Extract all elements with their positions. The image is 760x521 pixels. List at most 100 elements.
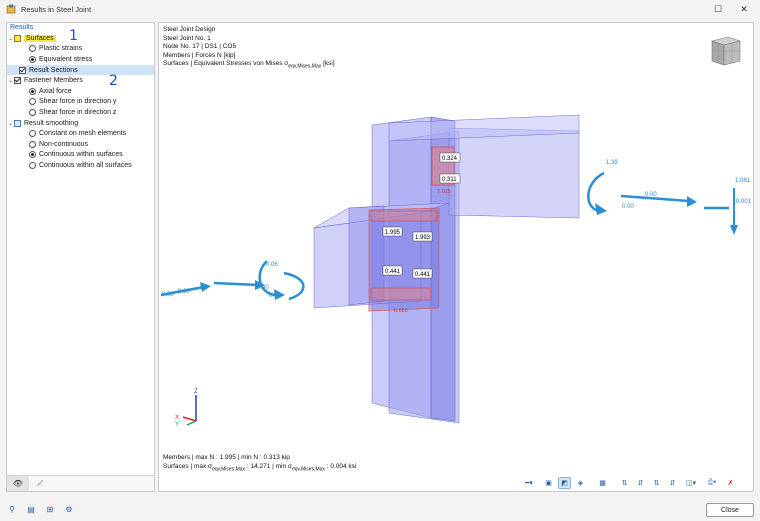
window-title: Results in Steel Joint xyxy=(21,4,92,14)
summary-surfaces: Surfaces | max σeqv,Mises,Max : 14.271 |… xyxy=(163,463,357,473)
plastic-strains-label: Plastic strains xyxy=(39,45,83,53)
display-dropdown-icon[interactable]: ━▾ xyxy=(519,477,539,489)
tree-item-non-continuous[interactable]: Non-continuous xyxy=(7,139,154,150)
maximize-icon[interactable]: ☐ xyxy=(712,3,724,15)
view-x-icon[interactable]: ⇅ xyxy=(618,477,631,489)
force-label-6: 0.06 xyxy=(266,262,278,268)
result-smoothing-checkbox[interactable] xyxy=(14,119,21,127)
bolt-result-1: 0.324 xyxy=(439,152,461,163)
title-bar: Results in Steel Joint ☐ ✕ xyxy=(0,0,760,18)
print-icon[interactable]: ▣ xyxy=(542,477,555,489)
continuous-all-radio[interactable] xyxy=(29,161,36,169)
chevron-down-icon[interactable]: ⌄ xyxy=(7,35,14,42)
results-tree: Results ⌄ Surfaces Plastic strains Equiv… xyxy=(7,23,154,171)
graphics-viewport[interactable]: Steel Joint Design Steel Joint No. 1 Nod… xyxy=(158,22,754,492)
svg-text:1.995: 1.995 xyxy=(385,230,401,236)
model-icon[interactable]: ▦ xyxy=(596,477,609,489)
continuous-all-label: Continuous within all surfaces xyxy=(39,161,132,169)
close-window-icon[interactable]: ✕ xyxy=(738,3,750,15)
svg-text:0.324: 0.324 xyxy=(442,156,458,162)
view-y-icon[interactable]: ⇵ xyxy=(634,477,647,489)
axial-force-label: Axial force xyxy=(39,87,72,95)
chevron-down-icon[interactable]: ⌄ xyxy=(7,77,14,84)
svg-text:0.311: 0.311 xyxy=(442,177,457,183)
table-icon[interactable]: ▤ xyxy=(24,502,38,516)
result-sections-checkbox[interactable] xyxy=(19,66,26,74)
shear-y-radio[interactable] xyxy=(29,98,36,106)
tree-item-continuous-surfaces[interactable]: Continuous within surfaces xyxy=(7,150,154,161)
render-icon[interactable]: ◈ xyxy=(574,477,587,489)
tree-item-axial-force[interactable]: Axial force xyxy=(7,86,154,97)
stress-region-bottom xyxy=(370,287,432,301)
tree-item-result-smoothing[interactable]: ⌄ Result smoothing xyxy=(7,118,154,129)
constant-radio[interactable] xyxy=(29,130,36,138)
continuous-surfaces-radio[interactable] xyxy=(29,151,36,159)
stress-label-1: 6.683 xyxy=(394,308,408,314)
fastener-members-checkbox[interactable] xyxy=(14,77,21,85)
constant-label: Constant on mesh elements xyxy=(39,130,127,138)
annotation-badge-2: 2 xyxy=(109,73,118,89)
svg-text:0.441: 0.441 xyxy=(415,272,431,278)
annotation-badge-1: 1 xyxy=(69,28,78,44)
search-icon[interactable]: ⚲ xyxy=(5,502,19,516)
svg-text:X: X xyxy=(175,415,179,421)
force-label-9: 0.00 xyxy=(162,292,174,298)
close-button[interactable]: Close xyxy=(706,503,754,517)
shear-z-radio[interactable] xyxy=(29,108,36,116)
axial-force-radio[interactable] xyxy=(29,87,36,95)
non-continuous-label: Non-continuous xyxy=(39,140,89,148)
view-cube-icon[interactable] xyxy=(706,33,744,69)
equivalent-stress-radio[interactable] xyxy=(29,55,36,63)
bolt-result-6: 0.441 xyxy=(412,268,433,279)
tree-item-shear-y[interactable]: Shear force in direction y xyxy=(7,97,154,108)
tree-item-result-sections[interactable]: Result Sections xyxy=(7,64,154,76)
dialog-footer: ⚲ ▤ ⊞ ⚙ xyxy=(0,497,760,521)
tree-item-equivalent-stress[interactable]: Equivalent stress xyxy=(7,54,154,65)
tree-item-continuous-all[interactable]: Continuous within all surfaces xyxy=(7,160,154,171)
non-continuous-radio[interactable] xyxy=(29,140,36,148)
result-view-icon[interactable]: ◩ xyxy=(558,477,571,489)
view-toolbar: ━▾ ▣ ◩ ◈ ▦ ⇅ ⇵ ⇅ ⇵ ◫▾ ⎙▾ ✗ xyxy=(519,476,737,490)
printer-dropdown-icon[interactable]: ⎙▾ xyxy=(703,477,721,489)
navigator-panel: Results ⌄ Surfaces Plastic strains Equiv… xyxy=(6,22,155,492)
svg-text:1.993: 1.993 xyxy=(415,235,431,241)
svg-text:Y: Y xyxy=(175,422,179,428)
result-smoothing-label: Result smoothing xyxy=(24,119,79,127)
tree-item-constant[interactable]: Constant on mesh elements xyxy=(7,128,154,139)
shear-z-label: Shear force in direction z xyxy=(39,108,117,116)
layers-dropdown-icon[interactable]: ◫▾ xyxy=(682,477,700,489)
force-label-2: 0.00 xyxy=(622,204,634,210)
force-label-7: 0.00 xyxy=(257,285,269,291)
arrow-head xyxy=(730,225,738,235)
chevron-down-icon[interactable]: ⌄ xyxy=(7,120,14,127)
tree-item-fastener-members[interactable]: ⌄ Fastener Members xyxy=(7,75,154,86)
tree-item-plastic-strains[interactable]: Plastic strains xyxy=(7,44,154,55)
surfaces-label: Surfaces xyxy=(24,34,56,42)
plastic-strains-radio[interactable] xyxy=(29,45,36,53)
number-format-icon[interactable]: ⊞ xyxy=(43,502,57,516)
result-sections-label: Result Sections xyxy=(29,66,78,74)
surfaces-checkbox[interactable] xyxy=(14,34,21,42)
tree-item-surfaces[interactable]: ⌄ Surfaces xyxy=(7,33,154,44)
arrow-head xyxy=(687,196,697,207)
reset-icon[interactable]: ✗ xyxy=(724,477,737,489)
force-label-1: 1.39 xyxy=(606,160,618,166)
view-iso-icon[interactable]: ⇵ xyxy=(666,477,679,489)
force-label-10: 0.00 xyxy=(178,289,190,295)
eye-icon[interactable]: 👁 xyxy=(7,476,29,491)
joint-model: 0.324 0.311 1.995 1.993 0.441 0.441 6.68… xyxy=(160,114,752,428)
member-icon[interactable]: ⟋ xyxy=(29,476,51,491)
settings-icon[interactable]: ⚙ xyxy=(62,502,76,516)
stress-label-2: 7.025 xyxy=(437,189,451,195)
view-z-icon[interactable]: ⇅ xyxy=(650,477,663,489)
summary-members: Members | max N : 1.995 | min N : 0.313 … xyxy=(163,454,290,461)
force-label-8: 0.11 xyxy=(269,293,281,299)
stress-region-mid xyxy=(370,210,438,222)
tree-item-shear-z[interactable]: Shear force in direction z xyxy=(7,107,154,118)
result-summary: Members | max N : 1.995 | min N : 0.313 … xyxy=(163,453,356,474)
moment-arrow-left-2 xyxy=(283,271,305,301)
continuous-surfaces-label: Continuous within surfaces xyxy=(39,151,123,159)
shear-y-label: Shear force in direction y xyxy=(39,98,117,106)
force-label-3: 0.00 xyxy=(645,192,657,198)
axis-triad: Z X Y xyxy=(175,389,198,428)
